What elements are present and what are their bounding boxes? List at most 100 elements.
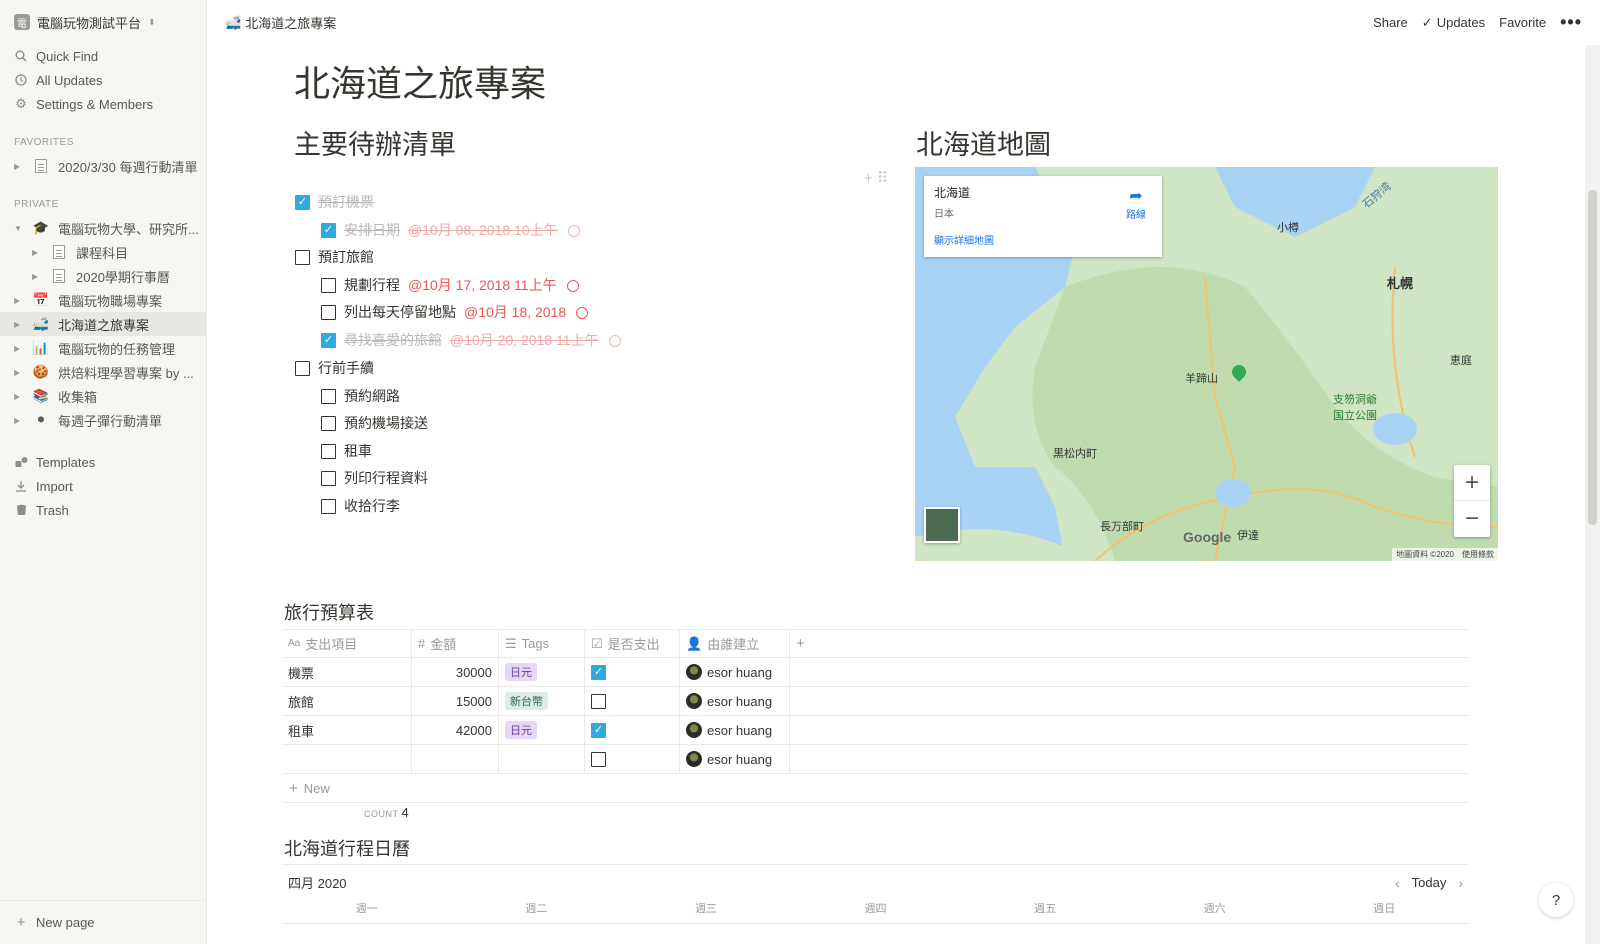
page-title[interactable]: 北海道之旅專案	[294, 55, 546, 107]
zoom-in-button[interactable]: +	[1454, 465, 1490, 501]
checkbox-checked[interactable]: ✓	[591, 722, 606, 738]
checkbox-unchecked[interactable]	[295, 249, 310, 265]
cell-item[interactable]: 機票	[282, 658, 412, 686]
collapse-triangle-icon[interactable]: ▼	[14, 224, 24, 233]
more-options-icon[interactable]: •••	[1560, 12, 1582, 33]
cell-amount[interactable]: 30000	[412, 658, 499, 686]
sidebar-subpage-calendar[interactable]: ▶ 2020學期行事曆	[0, 264, 206, 288]
sidebar-page-hokkaido[interactable]: ▶ 🚅 北海道之旅專案	[0, 312, 206, 336]
sidebar-page-inbox[interactable]: ▶ 📚 收集箱	[0, 384, 206, 408]
cell-paid[interactable]	[585, 745, 680, 773]
table-row[interactable]: 旅館 15000 新台幣 esor huang	[282, 687, 1469, 716]
cell-item[interactable]: 旅館	[282, 687, 412, 715]
checkbox-unchecked[interactable]	[321, 277, 336, 293]
expand-triangle-icon[interactable]: ▶	[32, 248, 42, 257]
checkbox-unchecked[interactable]	[591, 693, 606, 709]
map-embed[interactable]: 小樽 札幌 羊蹄山 支笏洞爺国立公園 黒松内町 長万部町 伊達 恵庭 石狩湾 北…	[915, 167, 1498, 561]
cell-created-by[interactable]: esor huang	[680, 716, 790, 744]
today-button[interactable]: Today	[1412, 875, 1447, 890]
map-attribution[interactable]: 地圖資料 ©2020 使用條款	[1392, 548, 1498, 561]
date-mention[interactable]: @10月 20, 2018 11上午	[450, 330, 599, 350]
todo-item[interactable]: 預約機場接送	[321, 413, 428, 433]
table-row[interactable]: 機票 30000 日元 ✓ esor huang	[282, 658, 1469, 687]
cell-amount[interactable]: 42000	[412, 716, 499, 744]
column-header-created-by[interactable]: 👤 由誰建立	[680, 630, 790, 657]
todo-item[interactable]: ✓ 尋找喜愛的旅館 @10月 20, 2018 11上午	[321, 330, 621, 350]
expand-triangle-icon[interactable]: ▶	[14, 344, 24, 353]
checkbox-unchecked[interactable]	[321, 388, 336, 404]
scrollbar[interactable]	[1585, 45, 1600, 944]
cell-tags[interactable]: 新台幣	[499, 687, 585, 715]
budget-title[interactable]: 旅行預算表	[284, 599, 374, 625]
sidebar-page-bullet[interactable]: ▶ ⚫ 每週子彈行動清單	[0, 408, 206, 432]
todo-item[interactable]: 預約網路	[321, 386, 400, 406]
cell-paid[interactable]	[585, 687, 680, 715]
sidebar-settings[interactable]: ⚙ Settings & Members	[0, 92, 206, 116]
todo-item[interactable]: ✓ 預訂機票	[295, 192, 374, 212]
date-mention[interactable]: @10月 17, 2018 11上午	[408, 275, 557, 295]
zoom-out-button[interactable]: −	[1454, 501, 1490, 537]
checkbox-unchecked[interactable]	[321, 470, 336, 486]
map-detail-link[interactable]: 顯示詳細地圖	[934, 232, 1152, 247]
checkbox-unchecked[interactable]	[295, 360, 310, 376]
checkbox-checked[interactable]: ✓	[321, 222, 336, 238]
cell-paid[interactable]: ✓	[585, 716, 680, 744]
expand-triangle-icon[interactable]: ▶	[14, 320, 24, 329]
chevron-left-icon[interactable]: ‹	[1395, 875, 1400, 891]
sidebar-import[interactable]: Import	[0, 474, 206, 498]
table-row[interactable]: 租車 42000 日元 ✓ esor huang	[282, 716, 1469, 745]
todo-item[interactable]: 列出每天停留地點 @10月 18, 2018	[321, 302, 589, 322]
sidebar-page-baking[interactable]: ▶ 🍪 烘焙料理學習專案 by ...	[0, 360, 206, 384]
todo-heading[interactable]: 主要待辦清單	[294, 123, 456, 162]
sidebar-page-university[interactable]: ▼ 🎓 電腦玩物大學、研究所...	[0, 216, 206, 240]
updates-button[interactable]: ✓ Updates	[1422, 15, 1485, 31]
cell-paid[interactable]: ✓	[585, 658, 680, 686]
map-heading[interactable]: 北海道地圖	[916, 123, 1051, 162]
cell-created-by[interactable]: esor huang	[680, 687, 790, 715]
expand-triangle-icon[interactable]: ▶	[14, 368, 24, 377]
todo-item[interactable]: 租車	[321, 441, 372, 461]
favorite-button[interactable]: Favorite	[1499, 15, 1546, 30]
checkbox-unchecked[interactable]	[321, 304, 336, 320]
sidebar-favorite-page[interactable]: ▶ 2020/3/30 每週行動清單	[0, 154, 206, 178]
todo-item[interactable]: 收拾行李	[321, 496, 400, 516]
cell-created-by[interactable]: esor huang	[680, 745, 790, 773]
satellite-toggle-button[interactable]	[924, 507, 960, 543]
cell-item[interactable]	[282, 745, 412, 773]
expand-triangle-icon[interactable]: ▶	[14, 416, 24, 425]
expand-triangle-icon[interactable]: ▶	[14, 162, 24, 171]
cell-tags[interactable]: 日元	[499, 716, 585, 744]
count-aggregate[interactable]: COUNT 4	[364, 805, 409, 820]
checkbox-checked[interactable]: ✓	[295, 194, 310, 210]
sidebar-page-workplace[interactable]: ▶ 📅 電腦玩物職場專案	[0, 288, 206, 312]
todo-item[interactable]: 行前手續	[295, 358, 374, 378]
cell-amount[interactable]: 15000	[412, 687, 499, 715]
checkbox-unchecked[interactable]	[321, 443, 336, 459]
new-page-button[interactable]: + New page	[0, 900, 206, 944]
cell-created-by[interactable]: esor huang	[680, 658, 790, 686]
sidebar-quick-find[interactable]: Quick Find	[0, 44, 206, 68]
share-button[interactable]: Share	[1373, 15, 1408, 30]
sidebar-subpage-courses[interactable]: ▶ 課程科目	[0, 240, 206, 264]
table-row[interactable]: esor huang	[282, 745, 1469, 774]
sidebar-all-updates[interactable]: All Updates	[0, 68, 206, 92]
todo-item[interactable]: ✓ 安排日期 @10月 08, 2018 10上午	[321, 220, 580, 240]
drag-handle-icon[interactable]: + ⠿	[864, 169, 888, 187]
expand-triangle-icon[interactable]: ▶	[32, 272, 42, 281]
sidebar-templates[interactable]: Templates	[0, 450, 206, 474]
chevron-right-icon[interactable]: ›	[1458, 875, 1463, 891]
workspace-switcher[interactable]: 電 電腦玩物測試平台 ⬍	[0, 0, 206, 44]
sidebar-trash[interactable]: Trash	[0, 498, 206, 522]
checkbox-unchecked[interactable]	[321, 498, 336, 514]
column-header-paid[interactable]: ☑ 是否支出	[585, 630, 680, 657]
todo-item[interactable]: 預訂旅館	[295, 247, 374, 267]
cell-tags[interactable]	[499, 745, 585, 773]
add-column-button[interactable]: +	[790, 630, 1469, 657]
expand-triangle-icon[interactable]: ▶	[14, 296, 24, 305]
help-button[interactable]: ?	[1539, 883, 1573, 917]
date-mention[interactable]: @10月 18, 2018	[464, 302, 566, 322]
directions-button[interactable]: ➦ 路線	[1126, 186, 1146, 221]
checkbox-checked[interactable]: ✓	[591, 664, 606, 680]
checkbox-unchecked[interactable]	[591, 751, 606, 767]
cell-tags[interactable]: 日元	[499, 658, 585, 686]
